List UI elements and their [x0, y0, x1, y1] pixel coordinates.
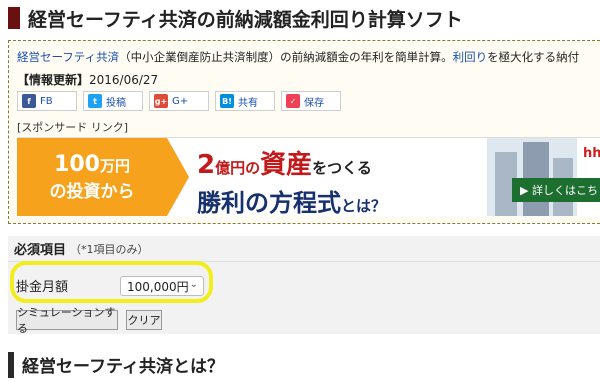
twitter-icon: t: [88, 94, 102, 108]
banner-headline: 2億円の資産をつくる 勝利の方程式とは？: [197, 144, 517, 216]
share-label: 共有: [238, 97, 258, 109]
simulate-button[interactable]: シミュレーションする: [16, 306, 118, 335]
google-plus-icon: g+: [154, 94, 168, 108]
update-label: 【情報更新】: [17, 73, 90, 87]
ad-banner[interactable]: 100万円 の投資から 2億円の資産をつくる 勝利の方程式とは？ hho ▶ 詳…: [17, 137, 600, 216]
yield-link[interactable]: 利回り: [453, 50, 488, 64]
building-image: [487, 138, 577, 216]
chevron-down-icon: ⌄: [189, 279, 198, 290]
monthly-premium-label: 掛金月額: [16, 280, 69, 295]
share-button-hatena[interactable]: B! 共有: [215, 91, 275, 111]
monthly-premium-select[interactable]: 100,000円 ⌄: [120, 276, 204, 296]
sponsored-link-label: [スポンサード リンク]: [17, 121, 129, 134]
form-header: 必須項目 （*1項目のみ）: [8, 236, 600, 262]
clear-button[interactable]: クリア: [126, 310, 162, 330]
share-label: 保存: [304, 97, 324, 109]
required-form: 必須項目 （*1項目のみ） 掛金月額 100,000円 ⌄ シミュレーションする…: [8, 236, 600, 335]
banner-headline-line2: 勝利の方程式とは？: [197, 189, 387, 216]
share-button-pocket[interactable]: ✓ 保存: [281, 91, 341, 111]
share-button-facebook[interactable]: f FB: [17, 91, 77, 111]
info-box: 経営セーフティ共済（中小企業倒産防止共済制度）の前納減額金の年利を簡単計算。利回…: [8, 40, 600, 224]
select-value: 100,000円: [127, 279, 189, 294]
share-label: G+: [172, 95, 189, 107]
heading-marker: [8, 351, 14, 378]
required-note: （*1項目のみ）: [70, 242, 149, 256]
page-title: 経営セーフティ共済の前納減額金利回り計算ソフト: [28, 8, 463, 31]
share-button-twitter[interactable]: t 投稿: [83, 91, 143, 111]
banner-arrow: [167, 138, 189, 216]
banner-headline-line1: 2億円の資産をつくる: [197, 150, 372, 180]
update-date: 2016/06/27: [89, 73, 159, 87]
banner-details-button[interactable]: ▶ 詳しくはこち: [512, 178, 600, 202]
hatena-icon: B!: [220, 94, 234, 108]
page-title-bar: 経営セーフティ共済の前納減額金利回り計算ソフト: [0, 0, 600, 36]
facebook-icon: f: [22, 94, 36, 108]
title-marker: [8, 7, 20, 29]
share-button-google-plus[interactable]: g+ G+: [149, 91, 209, 111]
section-heading: 経営セーフティ共済とは？: [8, 348, 600, 381]
banner-left-panel: 100万円 の投資から: [17, 138, 167, 216]
description-end: を極大化する納付: [487, 50, 580, 64]
share-label: 投稿: [106, 97, 126, 109]
required-label: 必須項目: [14, 243, 67, 258]
share-buttons: f FB t 投稿 g+ G+ B! 共有 ✓ 保存: [17, 91, 341, 111]
description: 経営セーフティ共済（中小企業倒産防止共済制度）の前納減額金の年利を簡単計算。利回…: [17, 49, 579, 65]
banner-from-investment: の投資から: [49, 182, 135, 202]
share-label: FB: [40, 95, 53, 107]
banner-logo: hho: [583, 146, 600, 161]
banner-amount: 100万円: [54, 152, 130, 177]
update-info: 【情報更新】2016/06/27: [17, 71, 158, 88]
section-heading-text: 経営セーフティ共済とは？: [22, 357, 224, 377]
pocket-icon: ✓: [286, 94, 300, 108]
description-middle: （中小企業倒産防止共済制度）の前納減額金の年利を簡単計算。: [119, 50, 453, 64]
safety-mutual-link[interactable]: 経営セーフティ共済: [17, 50, 119, 64]
